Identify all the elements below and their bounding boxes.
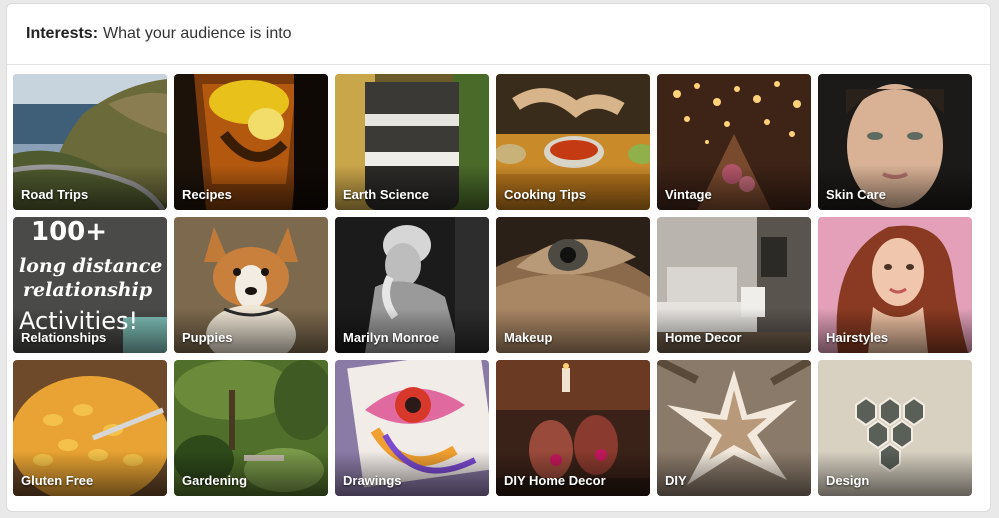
tile-label: Cooking Tips <box>504 187 587 202</box>
tile-label: DIY <box>665 473 687 488</box>
tile-label: DIY Home Decor <box>504 473 606 488</box>
tile-hairstyles[interactable]: Hairstyles <box>818 217 972 353</box>
interests-grid: Road Trips Recipes Earth Science Cooking… <box>13 74 972 496</box>
poster-line2: relationship <box>23 279 153 301</box>
tile-label: Makeup <box>504 330 553 345</box>
tile-diy[interactable]: DIY <box>657 360 811 496</box>
tile-puppies[interactable]: Puppies <box>174 217 328 353</box>
tile-recipes[interactable]: Recipes <box>174 74 328 210</box>
tile-label: Puppies <box>182 330 233 345</box>
tile-label: Gardening <box>182 473 248 488</box>
tile-road-trips[interactable]: Road Trips <box>13 74 167 210</box>
tile-label: Gluten Free <box>21 473 94 488</box>
tile-label: Home Decor <box>665 330 742 345</box>
tile-label: Marilyn Monroe <box>343 330 440 345</box>
tile-label: Recipes <box>182 187 232 202</box>
tile-makeup[interactable]: Makeup <box>496 217 650 353</box>
card-header: Interests: What your audience is into <box>7 4 990 65</box>
tile-skin-care[interactable]: Skin Care <box>818 74 972 210</box>
tile-label: Relationships <box>21 330 107 345</box>
tile-relationships[interactable]: 100+ long distance relationship Activiti… <box>13 217 167 353</box>
tile-cooking-tips[interactable]: Cooking Tips <box>496 74 650 210</box>
tile-drawings[interactable]: Drawings <box>335 360 489 496</box>
header-title: What your audience is into <box>103 25 292 42</box>
tile-label: Vintage <box>665 187 712 202</box>
tile-label: Earth Science <box>343 187 429 202</box>
tile-label: Hairstyles <box>826 330 889 345</box>
tile-marilyn-monroe[interactable]: Marilyn Monroe <box>335 217 489 353</box>
header-title-bold: Interests: <box>26 25 99 42</box>
tile-label: Design <box>826 473 870 488</box>
tile-diy-home-decor[interactable]: DIY Home Decor <box>496 360 650 496</box>
poster-line1: long distance <box>19 255 163 277</box>
tile-label: Road Trips <box>21 187 89 202</box>
tile-gluten-free[interactable]: Gluten Free <box>13 360 167 496</box>
tile-vintage[interactable]: Vintage <box>657 74 811 210</box>
tile-home-decor[interactable]: Home Decor <box>657 217 811 353</box>
tile-label: Skin Care <box>826 187 886 202</box>
tile-design[interactable]: Design <box>818 360 972 496</box>
tile-earth-science[interactable]: Earth Science <box>335 74 489 210</box>
tile-gardening[interactable]: Gardening <box>174 360 328 496</box>
poster-number: 100+ <box>31 217 108 247</box>
tile-label: Drawings <box>343 473 402 488</box>
